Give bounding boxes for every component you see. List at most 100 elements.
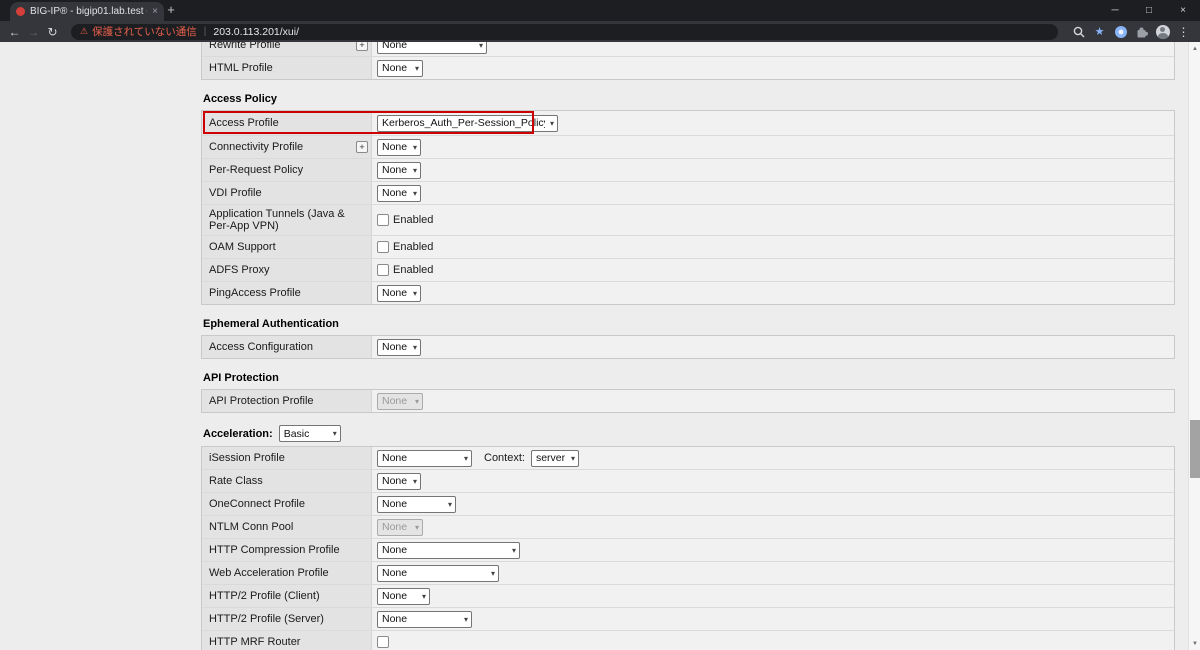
form-row-access-configuration: Access Configuration None ▾: [202, 336, 1174, 358]
form-row-ntlm-conn-pool: NTLM Conn Pool None ▾: [202, 516, 1174, 539]
rewrite-profile-select[interactable]: None ▾: [377, 42, 487, 54]
http2-profile-server-select[interactable]: None ▾: [377, 610, 472, 628]
form-row-rewrite-profile: Rewrite Profile + None ▾: [202, 42, 1174, 57]
virtual-server-form: Rewrite Profile + None ▾ HTML Profile No…: [201, 42, 1175, 650]
browser-menu-icon[interactable]: ⋮: [1173, 23, 1194, 41]
form-row-connectivity-profile: Connectivity Profile + None ▾: [202, 136, 1174, 159]
scrollbar-thumb[interactable]: [1190, 420, 1200, 478]
address-bar[interactable]: ⚠ 保護されていない通信 | 203.0.113.201/xui/: [71, 23, 1058, 40]
http2-profile-server-label: HTTP/2 Profile (Server): [209, 613, 324, 625]
ntlm-conn-pool-select: None ▾: [377, 518, 423, 536]
scroll-down-button[interactable]: ▼: [1189, 637, 1200, 650]
form-row-html-profile: HTML Profile None ▾: [202, 57, 1174, 79]
forward-button[interactable]: →: [25, 25, 42, 39]
reload-button[interactable]: ↻: [44, 25, 61, 39]
pingaccess-profile-select[interactable]: None ▾: [377, 284, 421, 302]
profiles-block: Rewrite Profile + None ▾ HTML Profile No…: [201, 42, 1175, 80]
connectivity-profile-select[interactable]: None ▾: [377, 138, 421, 156]
section-header-ephemeral-authentication: Ephemeral Authentication: [203, 318, 339, 330]
window-minimize-button[interactable]: ─: [1098, 0, 1132, 21]
api-protection-profile-select: None ▾: [377, 392, 423, 410]
new-tab-button[interactable]: +: [162, 2, 180, 17]
select-arrow-icon: ▾: [463, 453, 468, 463]
form-row-oam-support: OAM Support Enabled: [202, 236, 1174, 259]
browser-tab[interactable]: BIG-IP® - bigip01.lab.test (203.0 ×: [10, 2, 164, 21]
not-secure-label[interactable]: 保護されていない通信: [92, 24, 197, 39]
api-protection-block: API Protection Profile None ▾: [201, 389, 1175, 413]
connectivity-profile-add-button[interactable]: +: [356, 141, 368, 153]
per-request-policy-label: Per-Request Policy: [209, 164, 304, 176]
api-protection-profile-label: API Protection Profile: [209, 395, 314, 407]
rewrite-profile-add-button[interactable]: +: [356, 42, 368, 51]
form-row-vdi-profile: VDI Profile None ▾: [202, 182, 1174, 205]
extensions-puzzle-icon[interactable]: [1131, 23, 1152, 41]
access-profile-select[interactable]: Kerberos_Auth_Per-Session_Policy ▾: [377, 114, 558, 132]
page-scrollbar[interactable]: ▲ ▼: [1188, 42, 1200, 650]
form-row-per-request-policy: Per-Request Policy None ▾: [202, 159, 1174, 182]
app-tunnels-checkbox[interactable]: [377, 214, 389, 226]
select-arrow-icon: ▾: [412, 342, 417, 352]
web-acceleration-profile-label: Web Acceleration Profile: [209, 567, 329, 579]
per-request-policy-select[interactable]: None ▾: [377, 161, 421, 179]
ntlm-conn-pool-label: NTLM Conn Pool: [209, 521, 294, 533]
select-arrow-icon: ▾: [490, 568, 495, 578]
toolbar-right-icons: ★ ⋮: [1068, 23, 1194, 41]
web-acceleration-profile-select[interactable]: None ▾: [377, 564, 499, 582]
oam-support-checkbox[interactable]: [377, 241, 389, 253]
oam-support-checkbox-label: Enabled: [393, 241, 434, 253]
not-secure-warning-icon: ⚠: [80, 26, 89, 36]
oneconnect-profile-select[interactable]: None ▾: [377, 495, 456, 513]
access-configuration-select[interactable]: None ▾: [377, 338, 421, 356]
window-close-button[interactable]: ×: [1166, 0, 1200, 21]
isession-profile-select[interactable]: None ▾: [377, 449, 472, 467]
select-arrow-icon: ▾: [414, 522, 419, 532]
window-maximize-button[interactable]: □: [1132, 0, 1166, 21]
acceleration-label: Acceleration:: [203, 427, 273, 440]
context-select[interactable]: server ▾: [530, 449, 579, 467]
form-row-web-acceleration-profile: Web Acceleration Profile None ▾: [202, 562, 1174, 585]
connectivity-profile-label: Connectivity Profile: [209, 141, 304, 153]
select-arrow-icon: ▾: [447, 499, 452, 509]
app-tunnels-label: Application Tunnels (Java & Per-App VPN): [209, 208, 345, 232]
form-row-http-mrf-router: HTTP MRF Router: [202, 631, 1174, 650]
select-arrow-icon: ▾: [463, 614, 468, 624]
http-compression-profile-select[interactable]: None ▾: [377, 541, 520, 559]
f5-favicon-icon: [16, 7, 25, 16]
ephemeral-authentication-block: Access Configuration None ▾: [201, 335, 1175, 359]
http-mrf-router-checkbox[interactable]: [377, 636, 389, 648]
html-profile-select[interactable]: None ▾: [377, 59, 423, 77]
adfs-proxy-checkbox-label: Enabled: [393, 264, 434, 276]
http2-profile-client-select[interactable]: None ▾: [377, 587, 430, 605]
bookmark-star-icon[interactable]: ★: [1089, 23, 1110, 41]
select-arrow-icon: ▾: [570, 453, 575, 463]
oam-support-label: OAM Support: [209, 241, 276, 253]
form-row-rate-class: Rate Class None ▾: [202, 470, 1174, 493]
adfs-proxy-checkbox[interactable]: [377, 264, 389, 276]
form-row-http2-profile-server: HTTP/2 Profile (Server) None ▾: [202, 608, 1174, 631]
back-button[interactable]: ←: [6, 25, 23, 39]
acceleration-select[interactable]: Basic ▾: [278, 425, 341, 442]
rate-class-label: Rate Class: [209, 475, 263, 487]
select-arrow-icon: ▾: [549, 118, 554, 128]
select-arrow-icon: ▾: [414, 63, 419, 73]
rate-class-select[interactable]: None ▾: [377, 472, 421, 490]
extension-icon[interactable]: [1110, 23, 1131, 41]
adfs-proxy-label: ADFS Proxy: [209, 264, 270, 276]
form-row-access-profile: Access Profile Kerberos_Auth_Per-Session…: [202, 111, 1174, 136]
url-text[interactable]: 203.0.113.201/xui/: [213, 26, 299, 38]
vdi-profile-select[interactable]: None ▾: [377, 184, 421, 202]
tab-close-icon[interactable]: ×: [152, 6, 158, 17]
browser-chrome: BIG-IP® - bigip01.lab.test (203.0 × + ─ …: [0, 0, 1200, 42]
select-arrow-icon: ▾: [412, 165, 417, 175]
select-arrow-icon: ▾: [412, 476, 417, 486]
browser-toolbar: ← → ↻ ⚠ 保護されていない通信 | 203.0.113.201/xui/ …: [0, 21, 1200, 42]
zoom-icon[interactable]: [1068, 23, 1089, 41]
form-row-http-compression-profile: HTTP Compression Profile None ▾: [202, 539, 1174, 562]
profile-avatar[interactable]: [1152, 23, 1173, 41]
form-row-http2-profile-client: HTTP/2 Profile (Client) None ▾: [202, 585, 1174, 608]
select-arrow-icon: ▾: [421, 591, 426, 601]
context-label: Context:: [484, 452, 525, 464]
http-compression-profile-label: HTTP Compression Profile: [209, 544, 340, 556]
access-policy-block: Access Profile Kerberos_Auth_Per-Session…: [201, 110, 1175, 305]
scroll-up-button[interactable]: ▲: [1189, 42, 1200, 55]
